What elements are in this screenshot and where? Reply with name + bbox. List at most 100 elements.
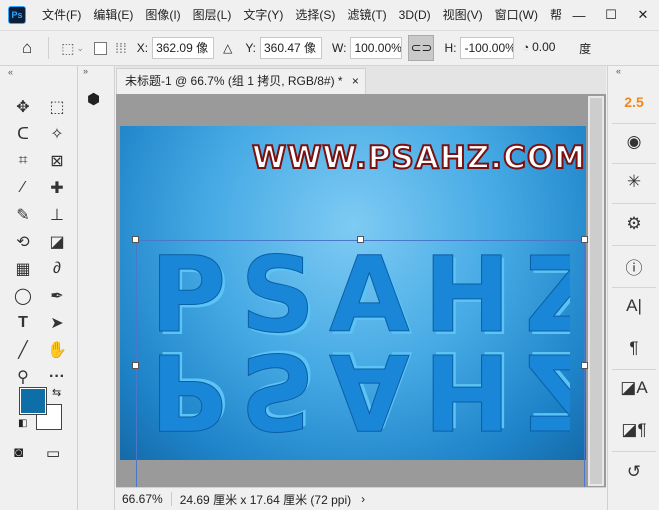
info-icon[interactable]: ⓘ <box>616 252 652 280</box>
transform-handle[interactable] <box>132 362 139 369</box>
screen-mode-icon[interactable]: ▭ <box>46 444 60 462</box>
more-tools-icon[interactable]: ··· <box>44 366 70 388</box>
collapse-icon[interactable]: « <box>0 66 78 78</box>
dodge-tool-icon[interactable]: ◯ <box>10 285 36 307</box>
document-tab[interactable]: 未标题-1 @ 66.7% (组 1 拷贝, RGB/8#) * × <box>116 68 366 94</box>
default-colors-icon[interactable]: ◧ <box>18 418 27 429</box>
menu-edit[interactable]: 编辑(E) <box>87 0 139 30</box>
menu-file[interactable]: 文件(F) <box>36 0 87 30</box>
divider <box>612 203 656 204</box>
divider <box>612 245 656 246</box>
transform-handle[interactable] <box>132 236 139 243</box>
learn-panel-label[interactable]: 2.5 <box>616 88 652 116</box>
menu-type[interactable]: 文字(Y) <box>237 0 289 30</box>
maximize-button[interactable]: ☐ <box>595 0 627 30</box>
rotate-icon: ◔ <box>522 42 530 54</box>
menu-filter[interactable]: 滤镜(T) <box>341 0 392 30</box>
h-field[interactable]: -100.00% <box>460 37 515 59</box>
frame-tool-icon[interactable]: ⊠ <box>44 150 70 172</box>
divider <box>612 163 656 164</box>
watermark-text: WWW.PSAHZ.COM <box>251 139 587 177</box>
swap-colors-icon[interactable]: ⇆ <box>52 386 61 399</box>
line-tool-icon[interactable]: ╱ <box>10 339 36 361</box>
transform-handle[interactable] <box>357 236 364 243</box>
marquee-tool-icon[interactable]: ⬚ <box>44 96 70 118</box>
history-icon[interactable]: ↺ <box>616 458 652 486</box>
y-field[interactable]: 360.47 像 <box>260 37 322 59</box>
healing-brush-tool-icon[interactable]: ✚ <box>44 177 70 199</box>
move-tool-icon[interactable]: ✥ <box>10 96 36 118</box>
transform-bounding-box <box>136 240 585 490</box>
zoom-level[interactable]: 66.67% <box>116 492 172 506</box>
status-menu-arrow-icon[interactable]: › <box>361 492 365 506</box>
divider <box>612 287 656 288</box>
angle-field[interactable]: 0.00 <box>529 37 578 59</box>
menu-3d[interactable]: 3D(D) <box>393 0 437 30</box>
paragraph-styles-icon[interactable]: ◪¶ <box>616 416 652 444</box>
menu-select[interactable]: 选择(S) <box>289 0 341 30</box>
divider <box>612 451 656 452</box>
photoshop-logo-icon: Ps <box>8 6 26 24</box>
menu-layer[interactable]: 图层(L) <box>187 0 238 30</box>
transform-handle[interactable] <box>581 236 588 243</box>
adjustments-icon[interactable]: ⚙ <box>616 210 652 238</box>
properties-collapsed-panel: » ⬢ <box>79 66 115 510</box>
eyedropper-tool-icon[interactable]: ⁄ <box>10 177 36 199</box>
angle-unit: 度 <box>579 41 592 56</box>
quick-mask-icon[interactable]: ◙ <box>14 444 23 461</box>
history-brush-tool-icon[interactable]: ⟲ <box>10 231 36 253</box>
menu-image[interactable]: 图像(I) <box>139 0 186 30</box>
canvas[interactable]: WWW.PSAHZ.COM PSAHZ PSAHZ <box>120 126 588 490</box>
blur-tool-icon[interactable]: ∂ <box>44 258 70 280</box>
zoom-tool-icon[interactable]: ⚲ <box>10 366 36 388</box>
brushes-icon[interactable]: ✳ <box>616 168 652 196</box>
options-bar: ⌂ ⬚ ⌄ ⁞⁞⁞ X: 362.09 像 △ Y: 360.47 像 W: 1… <box>0 30 659 66</box>
character-styles-icon[interactable]: ◪A <box>616 374 652 402</box>
path-selection-tool-icon[interactable]: ➤ <box>44 312 70 334</box>
paragraph-icon[interactable]: ¶ <box>616 334 652 362</box>
reference-checkbox[interactable] <box>94 41 108 55</box>
x-label: X: <box>136 41 149 55</box>
delta-icon[interactable]: △ <box>223 41 232 55</box>
minimize-button[interactable]: — <box>563 0 595 30</box>
reference-point-icon[interactable]: ⬚ <box>61 40 74 57</box>
foreground-color-swatch[interactable] <box>19 387 47 415</box>
link-icon[interactable]: ⊂⊃ <box>408 35 435 61</box>
divider <box>612 369 656 370</box>
stamp-tool-icon[interactable]: ⊥ <box>44 204 70 226</box>
divider <box>612 123 656 124</box>
collapse-right-icon[interactable]: « <box>616 66 621 76</box>
menu-view[interactable]: 视图(V) <box>437 0 489 30</box>
magic-wand-tool-icon[interactable]: ✧ <box>44 123 70 145</box>
reference-grid-icon[interactable]: ⁞⁞⁞ <box>115 40 127 56</box>
color-wheel-icon[interactable]: ◉ <box>616 128 652 156</box>
y-label: Y: <box>245 41 256 55</box>
right-panel-dock: « 2.5 ◉ ✳ ⚙ ⓘ A| ¶ ◪A ◪¶ ↺ <box>607 66 659 510</box>
character-icon[interactable]: A| <box>616 292 652 320</box>
brush-tool-icon[interactable]: ✎ <box>10 204 36 226</box>
expand-icon[interactable]: » <box>83 66 88 76</box>
hand-tool-icon[interactable]: ✋ <box>44 339 70 361</box>
eraser-tool-icon[interactable]: ◪ <box>44 231 70 253</box>
status-bar: 66.67% 24.69 厘米 x 17.64 厘米 (72 ppi) › <box>116 487 606 510</box>
crop-tool-icon[interactable]: ⌗ <box>10 150 36 172</box>
chevron-down-icon[interactable]: ⌄ <box>77 43 85 54</box>
document-size: 24.69 厘米 x 17.64 厘米 (72 ppi) <box>179 492 352 507</box>
x-field[interactable]: 362.09 像 <box>152 37 215 59</box>
h-label: H: <box>444 41 457 55</box>
document-tab-close-icon[interactable]: × <box>352 74 359 88</box>
divider <box>48 37 50 59</box>
vertical-scrollbar-thumb[interactable] <box>590 98 602 484</box>
transform-handle[interactable] <box>581 362 588 369</box>
3d-cube-icon[interactable]: ⬢ <box>87 90 100 108</box>
menu-bar: Ps 文件(F) 编辑(E) 图像(I) 图层(L) 文字(Y) 选择(S) 滤… <box>0 0 659 30</box>
home-icon[interactable]: ⌂ <box>22 38 32 58</box>
tools-panel: « ✥ ⬚ ᑕ ✧ ⌗ ⊠ ⁄ ✚ ✎ ⊥ ⟲ ◪ ▦ ∂ ◯ ✒ T ➤ ╱ … <box>0 66 78 510</box>
lasso-tool-icon[interactable]: ᑕ <box>10 123 36 145</box>
pen-tool-icon[interactable]: ✒ <box>44 285 70 307</box>
w-field[interactable]: 100.00% <box>350 37 403 59</box>
close-button[interactable]: ✕ <box>627 0 659 30</box>
gradient-tool-icon[interactable]: ▦ <box>10 258 36 280</box>
menu-window[interactable]: 窗口(W) <box>489 0 544 30</box>
type-tool-icon[interactable]: T <box>10 312 36 334</box>
